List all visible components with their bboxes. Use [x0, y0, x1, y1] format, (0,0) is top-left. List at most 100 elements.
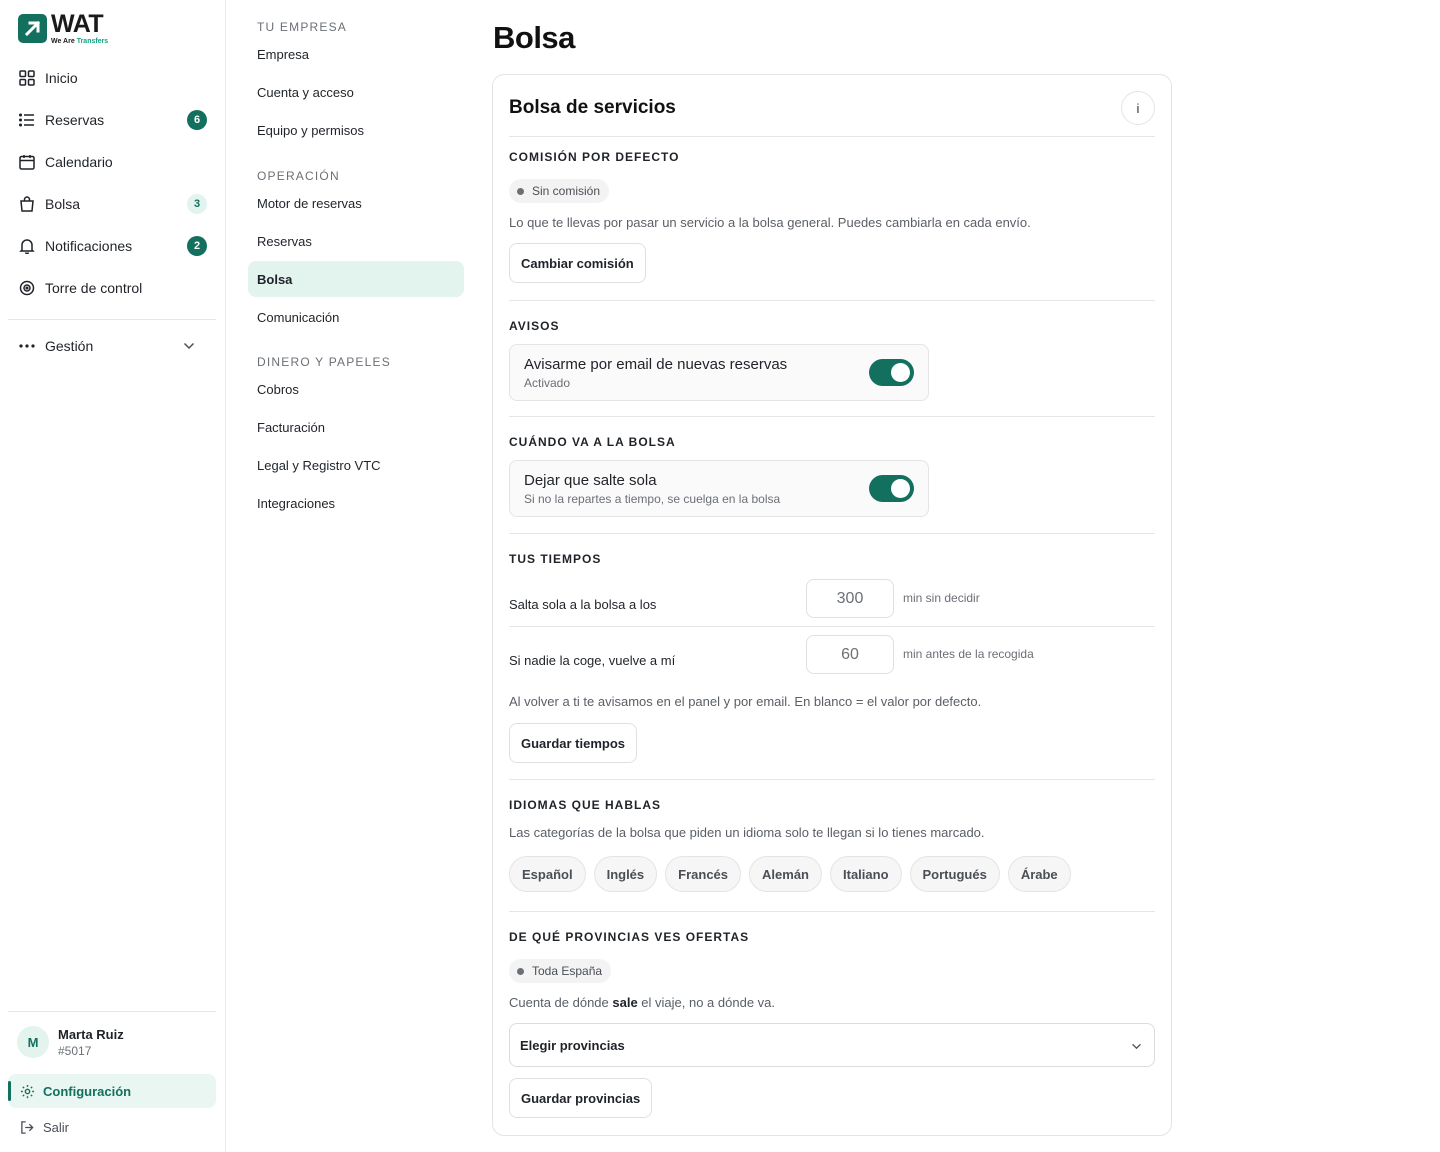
nav-item-calendario[interactable]: Calendario [8, 141, 216, 183]
configuracion-link[interactable]: Configuración [8, 1074, 216, 1108]
when-section: CUÁNDO VA A LA BOLSA Dejar que salte sol… [509, 435, 1155, 517]
languages-section: IDIOMAS QUE HABLAS Las categorías de la … [509, 798, 1155, 892]
bell-icon [18, 237, 36, 255]
target-icon [18, 279, 36, 297]
auto-jump-label: Dejar que salte sola [524, 472, 657, 489]
status-dot-icon [517, 967, 524, 975]
nav-label: Torre de control [45, 280, 143, 296]
brand-name: WAT [51, 10, 104, 38]
list-icon [18, 111, 36, 129]
settings-item-legal-y-registro-vtc[interactable]: Legal y Registro VTC [248, 447, 464, 483]
settings-item-reservas[interactable]: Reservas [248, 223, 464, 259]
auto-jump-toggle[interactable] [869, 475, 914, 502]
more-dots-icon [18, 337, 36, 355]
chevron-down-icon [180, 337, 198, 355]
arrow-logo-icon [18, 14, 47, 43]
brand-logo[interactable]: WAT We Are Transfers [18, 12, 108, 45]
provinces-title: DE QUÉ PROVINCIAS VES OFERTAS [509, 930, 750, 944]
languages-title: IDIOMAS QUE HABLAS [509, 798, 662, 812]
alerts-title: AVISOS [509, 319, 560, 333]
bolsa-count-badge: 3 [187, 194, 207, 214]
language-option-italiano[interactable]: Italiano [830, 856, 902, 892]
return-time-input[interactable]: 60 [806, 635, 894, 674]
salir-link[interactable]: Salir [8, 1110, 216, 1144]
return-time-label: Si nadie la coge, vuelve a mí [509, 653, 676, 668]
row-divider [509, 626, 1155, 627]
sidebar: WAT We Are Transfers Inicio Reservas 6 C… [0, 0, 226, 1152]
nav-item-notificaciones[interactable]: Notificaciones 2 [8, 225, 216, 267]
gear-icon [19, 1083, 35, 1099]
language-option-portugues[interactable]: Portugués [909, 856, 1000, 892]
provinces-description: Cuenta de dónde sale el viaje, no a dónd… [509, 995, 776, 1010]
nav-divider [8, 319, 216, 320]
toggle-knob [891, 479, 910, 498]
settings-item-bolsa[interactable]: Bolsa [248, 261, 464, 297]
settings-item-empresa[interactable]: Empresa [248, 36, 464, 72]
nav-label: Notificaciones [45, 238, 133, 254]
settings-item-facturacion[interactable]: Facturación [248, 409, 464, 445]
language-option-ingles[interactable]: Inglés [593, 856, 658, 892]
guardar-tiempos-button[interactable]: Guardar tiempos [509, 723, 638, 763]
languages-description: Las categorías de la bolsa que piden un … [509, 825, 985, 840]
email-alerts-setting: Avisarme por email de nuevas reservas Ac… [509, 344, 929, 401]
settings-item-cuenta-y-acceso[interactable]: Cuenta y acceso [248, 74, 464, 110]
email-alerts-status: Activado [524, 376, 571, 390]
section-divider [509, 300, 1155, 301]
nav-item-torre-de-control[interactable]: Torre de control [8, 267, 216, 309]
cambiar-comision-button[interactable]: Cambiar comisión [509, 243, 646, 283]
bolsa-card: Bolsa de servicios i COMISIÓN POR DEFECT… [492, 74, 1172, 1136]
logout-icon [19, 1119, 35, 1135]
nav-item-bolsa[interactable]: Bolsa 3 [8, 183, 216, 225]
settings-item-comunicacion[interactable]: Comunicación [248, 299, 464, 335]
times-section: TUS TIEMPOS [509, 552, 1155, 566]
nav-item-inicio[interactable]: Inicio [8, 57, 216, 99]
when-title: CUÁNDO VA A LA BOLSA [509, 435, 676, 449]
user-name: Marta Ruiz [58, 1026, 124, 1042]
times-footer: Al volver a ti te avisamos en el panel y… [509, 694, 1155, 763]
provinces-select-label: Elegir provincias [520, 1037, 625, 1053]
language-option-espanol[interactable]: Español [509, 856, 586, 892]
nav-label: Inicio [45, 70, 78, 86]
nav-label: Gestión [45, 338, 94, 354]
return-time-unit: min antes de la recogida [903, 647, 1034, 661]
status-dot-icon [517, 187, 524, 195]
bag-icon [18, 195, 36, 213]
language-option-aleman[interactable]: Alemán [749, 856, 822, 892]
main-nav: Inicio Reservas 6 Calendario Bolsa 3 Not… [8, 57, 216, 366]
guardar-provincias-button[interactable]: Guardar provincias [509, 1078, 653, 1118]
jump-time-row: Salta sola a la bolsa a los 300 min sin … [509, 579, 1155, 631]
user-profile[interactable]: M Marta Ruiz #5017 [8, 1024, 216, 1060]
commission-status-badge: Sin comisión [509, 179, 610, 203]
user-id: #5017 [58, 1043, 92, 1058]
configuracion-label: Configuración [43, 1083, 132, 1099]
salir-label: Salir [43, 1119, 70, 1135]
settings-item-cobros[interactable]: Cobros [248, 371, 464, 407]
jump-time-unit: min sin decidir [903, 591, 980, 605]
nav-label: Reservas [45, 112, 105, 128]
nav-item-reservas[interactable]: Reservas 6 [8, 99, 216, 141]
info-button[interactable]: i [1121, 91, 1155, 125]
provinces-select[interactable]: Elegir provincias [509, 1023, 1155, 1067]
language-option-arabe[interactable]: Árabe [1007, 856, 1071, 892]
language-options: Español Inglés Francés Alemán Italiano P… [509, 856, 1155, 892]
settings-item-motor-de-reservas[interactable]: Motor de reservas [248, 185, 464, 221]
email-alerts-label: Avisarme por email de nuevas reservas [524, 356, 788, 373]
commission-description: Lo que te llevas por pasar un servicio a… [509, 215, 1031, 230]
commission-status-label: Sin comisión [532, 184, 601, 198]
grid-icon [18, 69, 36, 87]
calendar-icon [18, 153, 36, 171]
nav-item-gestion[interactable]: Gestión [8, 326, 216, 366]
jump-time-input[interactable]: 300 [806, 579, 894, 618]
nav-label: Bolsa [45, 196, 81, 212]
jump-time-label: Salta sola a la bolsa a los [509, 597, 657, 612]
section-divider [509, 911, 1155, 912]
section-title-operacion: OPERACIÓN [257, 169, 340, 183]
provinces-status-badge: Toda España [509, 959, 612, 983]
email-alerts-toggle[interactable] [869, 359, 914, 386]
user-area: M Marta Ruiz #5017 Configuración Salir [8, 1011, 216, 1144]
language-option-frances[interactable]: Francés [665, 856, 742, 892]
settings-item-equipo-y-permisos[interactable]: Equipo y permisos [248, 112, 464, 148]
auto-jump-setting: Dejar que salte sola Si no la repartes a… [509, 460, 929, 517]
times-title: TUS TIEMPOS [509, 552, 602, 566]
settings-item-integraciones[interactable]: Integraciones [248, 485, 464, 521]
